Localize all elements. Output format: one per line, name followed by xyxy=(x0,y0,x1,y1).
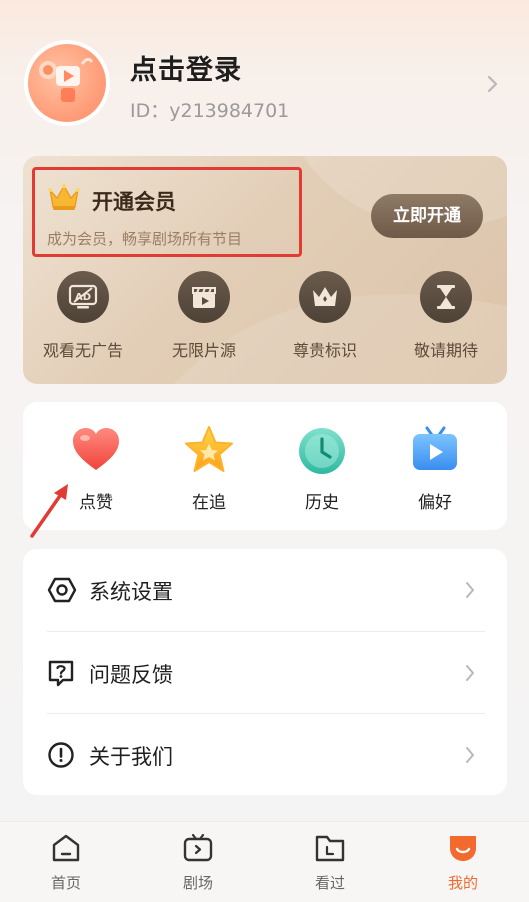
menu-item-about-us[interactable]: 关于我们 xyxy=(23,714,507,796)
watched-folder-icon xyxy=(315,835,345,862)
perk-no-ads[interactable]: AD 观看无广告 xyxy=(27,271,139,361)
quick-item-history[interactable]: 历史 xyxy=(266,424,378,513)
perk-unlimited-sources[interactable]: 无限片源 xyxy=(148,271,260,361)
chevron-right-icon xyxy=(466,665,474,681)
clock-icon xyxy=(299,428,345,474)
crown-badge-icon xyxy=(299,271,351,323)
menu-item-system-settings[interactable]: 系统设置 xyxy=(23,549,507,631)
tab-home[interactable]: 首页 xyxy=(26,832,106,893)
no-ads-icon: AD xyxy=(57,271,109,323)
quick-actions-card: 点赞 在追 历史 偏好 xyxy=(23,402,507,530)
menu-item-label: 系统设置 xyxy=(89,580,173,604)
bottom-tab-bar: 首页 剧场 看过 我的 xyxy=(0,821,529,902)
crown-icon xyxy=(48,183,80,210)
quick-item-preference[interactable]: 偏好 xyxy=(379,424,491,513)
vip-title: 开通会员 xyxy=(92,190,176,214)
quick-item-label: 偏好 xyxy=(418,493,452,513)
perk-label: 观看无广告 xyxy=(42,341,123,360)
tab-theater[interactable]: 剧场 xyxy=(158,832,238,893)
quick-item-label: 历史 xyxy=(305,493,339,513)
avatar[interactable] xyxy=(24,40,110,126)
mine-icon xyxy=(450,836,476,861)
feedback-question-icon xyxy=(48,660,74,687)
menu-item-feedback[interactable]: 问题反馈 xyxy=(23,632,507,714)
app-logo-avatar-icon xyxy=(28,44,106,122)
tab-watched[interactable]: 看过 xyxy=(290,832,370,893)
user-id: ID：y213984701 xyxy=(130,100,290,122)
tv-play-icon xyxy=(413,426,457,470)
annotation-arrow-icon xyxy=(30,484,68,538)
profile-header[interactable]: 点击登录 ID：y213984701 xyxy=(0,0,529,150)
tab-mine[interactable]: 我的 xyxy=(423,832,503,893)
perk-vip-badge[interactable]: 尊贵标识 xyxy=(269,271,381,361)
perk-coming-soon[interactable]: 敬请期待 xyxy=(390,271,502,361)
hourglass-icon xyxy=(420,271,472,323)
vip-subtitle: 成为会员，畅享剧场所有节目 xyxy=(47,230,243,248)
settings-menu-card: 系统设置 问题反馈 关于我们 xyxy=(23,549,507,795)
tab-label: 剧场 xyxy=(182,874,213,892)
login-title[interactable]: 点击登录 xyxy=(130,48,242,87)
chevron-right-icon xyxy=(466,747,474,763)
chevron-right-icon xyxy=(466,582,474,598)
open-vip-button[interactable]: 立即开通 xyxy=(371,194,483,238)
tab-label: 我的 xyxy=(447,874,478,892)
info-exclamation-icon xyxy=(48,742,74,768)
theater-tv-icon xyxy=(183,833,213,862)
menu-item-label: 问题反馈 xyxy=(89,663,173,687)
perk-label: 尊贵标识 xyxy=(292,341,357,360)
tab-label: 首页 xyxy=(50,874,81,892)
star-icon xyxy=(185,426,233,472)
heart-icon xyxy=(73,428,119,470)
svg-text:AD: AD xyxy=(75,292,91,303)
clapperboard-icon xyxy=(178,271,230,323)
settings-hexagon-icon xyxy=(47,577,77,603)
quick-item-following[interactable]: 在追 xyxy=(153,424,265,513)
tab-label: 看过 xyxy=(314,874,345,892)
perk-label: 无限片源 xyxy=(171,341,236,360)
menu-item-label: 关于我们 xyxy=(89,745,173,769)
perk-label: 敬请期待 xyxy=(413,341,478,360)
chevron-right-icon[interactable] xyxy=(486,74,500,94)
quick-item-label: 在追 xyxy=(192,493,226,513)
home-icon xyxy=(52,834,80,862)
vip-card: 开通会员 成为会员，畅享剧场所有节目 立即开通 AD 观看无广告 无限片源 尊贵… xyxy=(23,156,507,384)
